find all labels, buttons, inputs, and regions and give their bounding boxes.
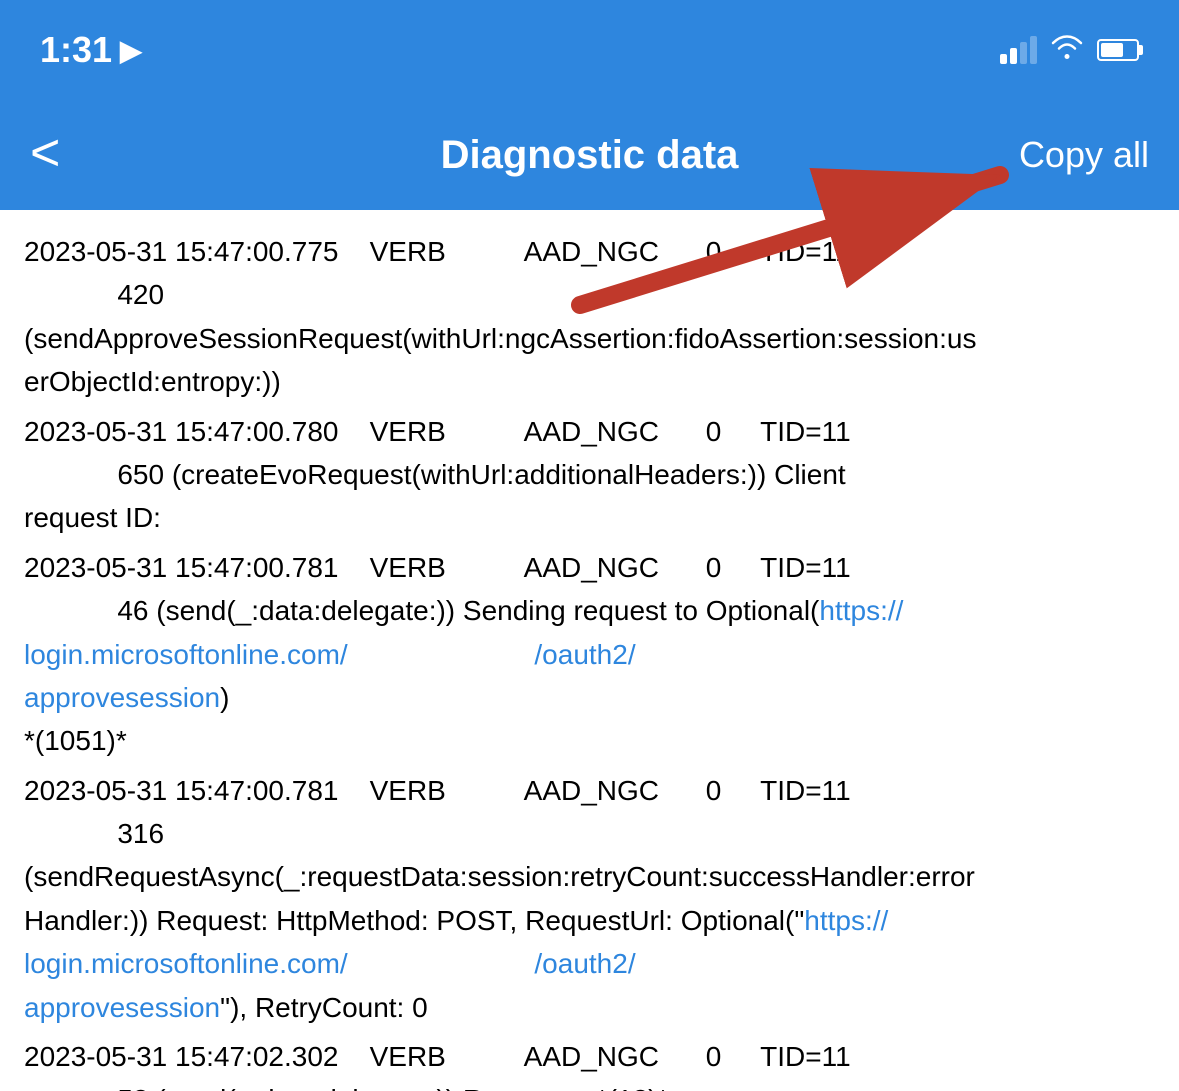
log-line: approvesession"), RetryCount: 0 xyxy=(24,986,1155,1029)
log-line: approvesession) xyxy=(24,676,1155,719)
log-line: 2023-05-31 15:47:02.302 VERB AAD_NGC 0 T… xyxy=(24,1035,1155,1078)
log-line: (sendApproveSessionRequest(withUrl:ngcAs… xyxy=(24,317,1155,360)
log-entry: 2023-05-31 15:47:02.302 VERB AAD_NGC 0 T… xyxy=(24,1035,1155,1091)
log-line: 2023-05-31 15:47:00.781 VERB AAD_NGC 0 T… xyxy=(24,769,1155,812)
status-icons xyxy=(1000,34,1139,67)
log-line: 2023-05-31 15:47:00.775 VERB AAD_NGC 0 T… xyxy=(24,230,1155,273)
copy-all-button[interactable]: Copy all xyxy=(1019,134,1149,176)
battery-fill xyxy=(1101,43,1123,57)
log-line: 2023-05-31 15:47:00.780 VERB AAD_NGC 0 T… xyxy=(24,410,1155,453)
log-content: 2023-05-31 15:47:00.775 VERB AAD_NGC 0 T… xyxy=(0,210,1179,1091)
status-time-container: 1:31 ▶ xyxy=(40,29,142,71)
log-entry: 2023-05-31 15:47:00.781 VERB AAD_NGC 0 T… xyxy=(24,769,1155,1029)
time-display: 1:31 xyxy=(40,29,112,71)
log-line: Handler:)) Request: HttpMethod: POST, Re… xyxy=(24,899,1155,942)
url-link[interactable]: login.microsoftonline.com/ xyxy=(24,639,348,670)
url-link[interactable]: /oauth2/ xyxy=(534,948,635,979)
url-link[interactable]: /oauth2/ xyxy=(534,639,635,670)
log-line: 420 xyxy=(24,273,1155,316)
log-line: *(1051)* xyxy=(24,719,1155,762)
status-bar: 1:31 ▶ xyxy=(0,0,1179,100)
url-link[interactable]: approvesession xyxy=(24,682,220,713)
log-line: request ID: xyxy=(24,496,1155,539)
log-line: 46 (send(_:data:delegate:)) Sending requ… xyxy=(24,589,1155,632)
log-entry: 2023-05-31 15:47:00.780 VERB AAD_NGC 0 T… xyxy=(24,410,1155,540)
url-link[interactable]: https:// xyxy=(819,595,903,626)
nav-bar: < Diagnostic data Copy all xyxy=(0,100,1179,210)
log-line: login.microsoftonline.com/ /oauth2/ xyxy=(24,942,1155,985)
battery-icon xyxy=(1097,39,1139,61)
log-line: login.microsoftonline.com/ /oauth2/ xyxy=(24,633,1155,676)
log-line: 316 xyxy=(24,812,1155,855)
page-title: Diagnostic data xyxy=(441,133,739,178)
url-link[interactable]: approvesession xyxy=(24,992,220,1023)
log-entry: 2023-05-31 15:47:00.775 VERB AAD_NGC 0 T… xyxy=(24,230,1155,404)
wifi-icon xyxy=(1051,34,1083,67)
log-line: (sendRequestAsync(_:requestData:session:… xyxy=(24,855,1155,898)
log-line: 2023-05-31 15:47:00.781 VERB AAD_NGC 0 T… xyxy=(24,546,1155,589)
url-link[interactable]: https:// xyxy=(804,905,888,936)
signal-bars-icon xyxy=(1000,36,1037,64)
log-line: erObjectId:entropy:)) xyxy=(24,360,1155,403)
url-link[interactable]: login.microsoftonline.com/ xyxy=(24,948,348,979)
log-line: 53 (send(_:data:delegate:)) Response *(1… xyxy=(24,1078,1155,1091)
log-line: 650 (createEvoRequest(withUrl:additional… xyxy=(24,453,1155,496)
back-button[interactable]: < xyxy=(30,127,60,179)
location-icon: ▶ xyxy=(120,34,142,67)
log-entry: 2023-05-31 15:47:00.781 VERB AAD_NGC 0 T… xyxy=(24,546,1155,763)
